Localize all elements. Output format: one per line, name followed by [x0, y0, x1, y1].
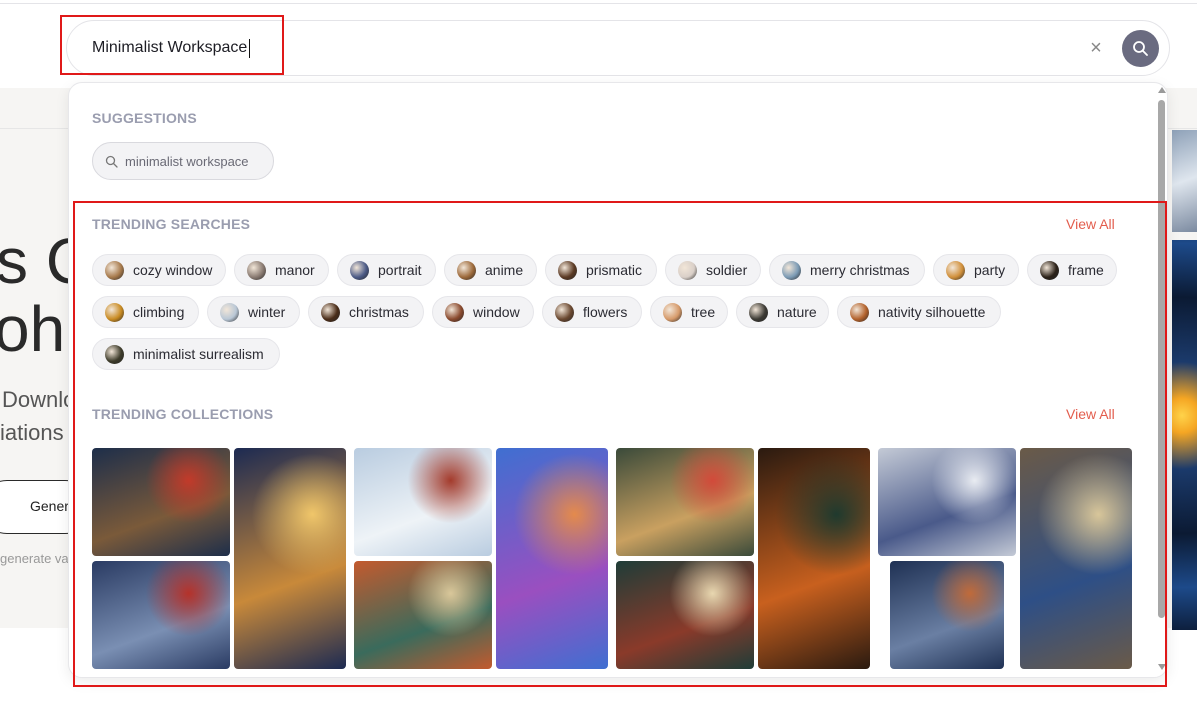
highlight-box-search: [60, 15, 284, 75]
top-border: [0, 3, 1197, 4]
hero-subtitle-line1: Downlo: [2, 387, 76, 412]
suggestion-chip[interactable]: minimalist workspace: [92, 142, 274, 180]
hero-subtitle-line2: iations: [0, 420, 64, 445]
suggestion-label: minimalist workspace: [125, 154, 249, 169]
suggestions-heading: SUGGESTIONS: [92, 110, 197, 126]
close-icon[interactable]: ×: [1087, 38, 1105, 58]
background-image-strip: [1172, 130, 1197, 630]
highlight-box-trending: [73, 201, 1167, 687]
background-image-fireworks: [1172, 240, 1197, 630]
background-image-top: [1172, 130, 1197, 232]
hero-hint-text: generate va: [0, 551, 69, 566]
search-button[interactable]: [1122, 30, 1159, 67]
hero-generate-label: Gener: [30, 498, 69, 514]
scroll-up-arrow-icon[interactable]: [1158, 87, 1166, 93]
search-icon: [105, 155, 118, 168]
hero-title-line2: oh: [0, 293, 66, 365]
search-icon: [1133, 41, 1148, 56]
